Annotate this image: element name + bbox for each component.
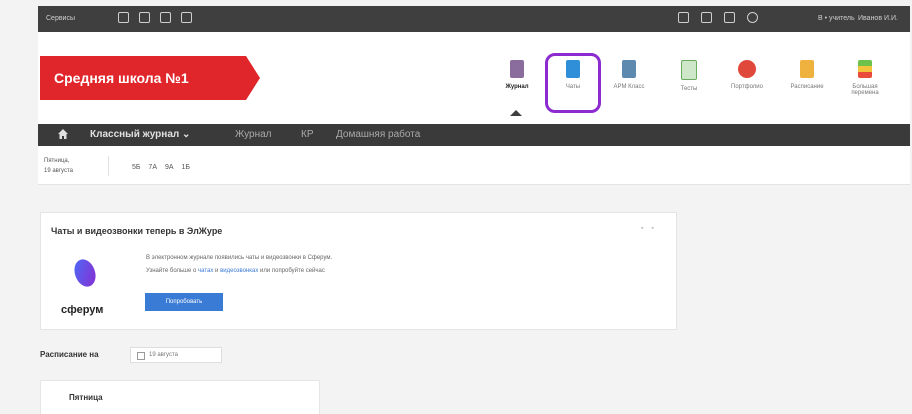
module-journal[interactable]: Журнал [492,60,542,116]
calendar-icon [137,352,145,360]
schedule-day: Пятница [69,393,103,402]
try-button[interactable]: Попробовать [145,293,223,311]
calendar-icon[interactable] [701,12,712,23]
messages-icon[interactable] [724,12,735,23]
help-icon[interactable] [747,12,758,23]
portfolio-icon [738,60,756,78]
module-big-break[interactable]: Большая перемена [840,60,890,96]
chats-link[interactable]: чатах [198,268,213,274]
nav-homework[interactable]: Домашняя работа [336,129,420,140]
class-list[interactable]: 5Б 7А 9А 1Б [132,164,190,171]
diary-icon[interactable] [118,12,129,23]
promo-card: Чаты и видеозвонки теперь в ЭлЖуре ▪ ▪ с… [40,212,677,330]
nav-journal[interactable]: Журнал [235,129,272,140]
break-icon [858,60,872,78]
journal-icon [510,60,524,78]
journal-navbar: Классный журнал ⌄ Журнал КР Домашняя раб… [38,124,910,146]
module-tests[interactable]: Тесты [664,60,714,92]
card-controls[interactable]: ▪ ▪ [641,225,657,232]
user-role[interactable]: В • учитель [818,15,855,22]
module-portfolio[interactable]: Портфолио [722,60,772,90]
module-arm-class[interactable]: АРМ Класс [604,60,654,90]
promo-text-2: Узнайте больше о чатах и видеозвонках ил… [146,268,325,274]
sferum-brand: сферум [61,304,104,316]
video-link[interactable]: видеозвонках [220,268,258,274]
active-caret [510,110,522,116]
tests-icon [681,60,697,80]
schedule-icon [800,60,814,78]
mail-icon[interactable] [678,12,689,23]
services-menu[interactable]: Сервисы [46,15,75,22]
home-icon[interactable] [58,129,68,139]
schedule-date-picker[interactable]: 19 августа [130,347,222,363]
document-icon[interactable] [160,12,171,23]
library-icon[interactable] [139,12,150,23]
promo-title: Чаты и видеозвонки теперь в ЭлЖуре [51,226,223,236]
schedule-day-card: Пятница [40,380,320,414]
class-icon [622,60,636,78]
user-name[interactable]: Иванов И.И. [858,15,898,22]
module-schedule[interactable]: Расписание [782,60,832,90]
top-bar: Сервисы В • учитель Иванов И.И. [38,6,910,32]
school-logo[interactable]: Средняя школа №1 [40,56,260,100]
promo-text-1: В электронном журнале появились чаты и в… [146,255,333,261]
day-date: Пятница, 19 августа [44,156,109,176]
sferum-logo-icon [74,259,96,287]
school-title: Средняя школа №1 [54,70,189,86]
chats-highlight [545,53,601,113]
nav-kr[interactable]: КР [301,129,314,140]
day-row: Пятница, 19 августа 5Б 7А 9А 1Б [38,146,910,185]
schedule-label: Расписание на [40,350,99,359]
nav-class-journal[interactable]: Классный журнал ⌄ [90,129,190,140]
chat-bubble-icon[interactable] [181,12,192,23]
